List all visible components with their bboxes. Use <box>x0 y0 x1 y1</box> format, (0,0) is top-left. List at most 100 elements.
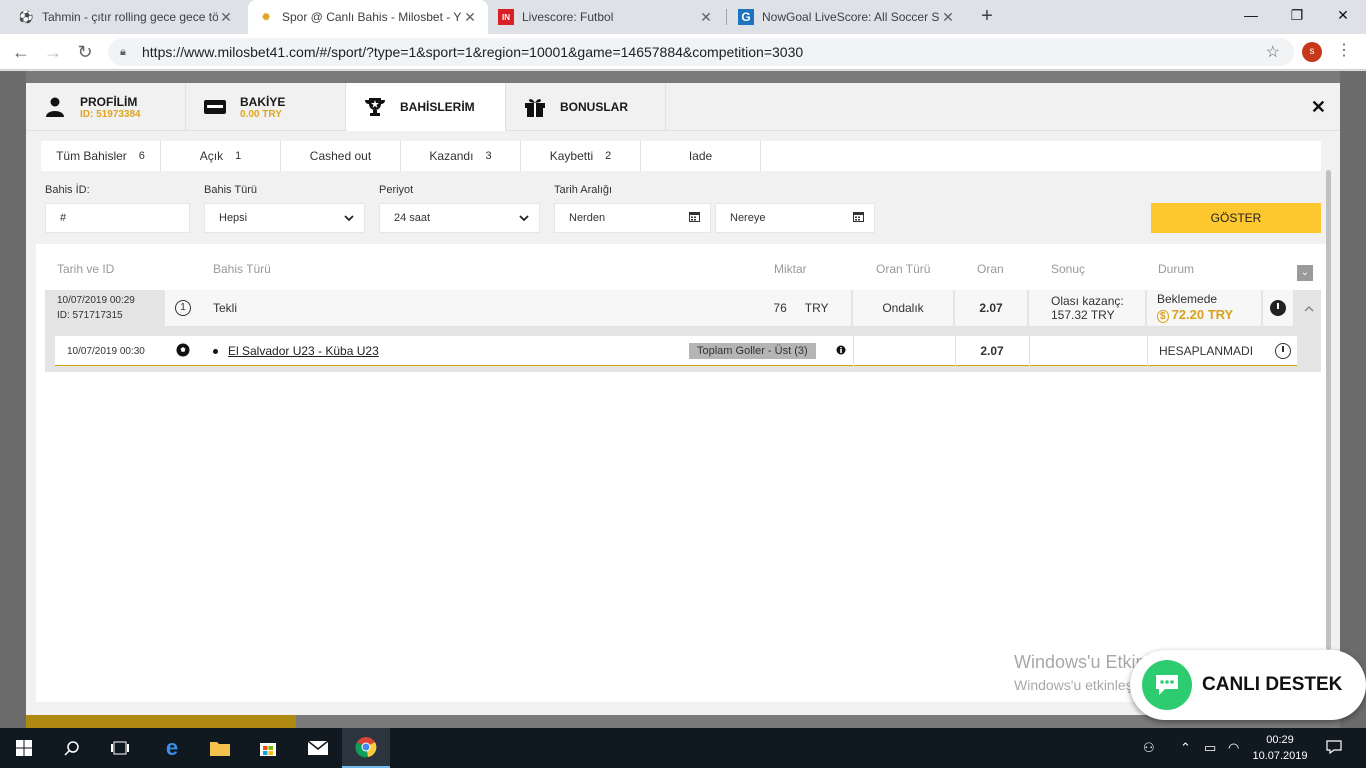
page-scrollbar[interactable] <box>1326 170 1331 650</box>
wifi-icon[interactable]: ◠ <box>1228 740 1239 756</box>
close-tab-icon[interactable]: ✕ <box>698 9 714 26</box>
bookmark-star-icon[interactable]: ☆ <box>1266 42 1280 62</box>
chevron-down-icon <box>344 211 354 225</box>
pending-clock-icon <box>1270 300 1286 316</box>
network-icon[interactable]: ▭ <box>1204 740 1216 756</box>
event-date: 10/07/2019 00:30 <box>67 345 145 357</box>
header-date-id: Tarih ve ID <box>57 262 115 276</box>
filter-cashed-out[interactable]: Cashed out <box>281 141 401 171</box>
system-clock[interactable]: 00:29 10.07.2019 <box>1250 732 1310 764</box>
store-icon[interactable] <box>244 728 292 768</box>
chat-bubble-icon <box>1142 660 1192 710</box>
menu-kebab-icon[interactable]: ⋮ <box>1336 40 1352 60</box>
bet-id: ID: 571717315 <box>57 310 123 321</box>
filter-lost[interactable]: Kaybetti 2 <box>521 141 641 171</box>
tab-balance[interactable]: BAKİYE 0.00 TRY <box>186 83 346 131</box>
cashout-amount-row[interactable]: $72.20 TRY <box>1157 307 1233 324</box>
close-tab-icon[interactable]: ✕ <box>940 9 956 26</box>
backdrop-left-edge <box>0 71 26 728</box>
table-header: Tarih ve ID Bahis Türü Miktar Oran Türü … <box>45 258 1321 281</box>
collapse-all-icon[interactable]: ⌄ <box>1297 265 1313 281</box>
date-from-placeholder: Nerden <box>569 212 606 224</box>
lock-icon: 🔒︎ <box>120 45 126 58</box>
bets-table: Tarih ve ID Bahis Türü Miktar Oran Türü … <box>36 244 1330 702</box>
bet-type-select[interactable]: Hepsi <box>204 203 365 233</box>
filter-open[interactable]: Açık 1 <box>161 141 281 171</box>
filter-label: Açık <box>199 149 224 163</box>
filter-label: Kaybetti <box>549 149 594 163</box>
back-arrow-icon[interactable]: ← <box>10 41 32 63</box>
chevron-down-icon <box>519 211 529 225</box>
event-row: 10/07/2019 00:30 El Salvador U23 - Küba … <box>55 336 1297 366</box>
date-to-input[interactable]: Nereye <box>715 203 875 233</box>
filter-refund[interactable]: Iade <box>641 141 761 171</box>
bet-id-label: Bahis İD: <box>45 184 90 196</box>
trophy-icon <box>364 96 386 118</box>
filter-all-bets[interactable]: Tüm Bahisler 6 <box>41 141 161 171</box>
close-tab-icon[interactable]: ✕ <box>462 9 478 26</box>
live-support-button[interactable]: CANLI DESTEK <box>1130 650 1366 720</box>
filter-label: Tüm Bahisler <box>56 149 127 163</box>
market-badge: Toplam Goller - Üst (3) <box>689 343 816 359</box>
file-explorer-icon[interactable] <box>196 728 244 768</box>
new-tab-button[interactable]: + <box>976 6 998 28</box>
event-match-link[interactable]: El Salvador U23 - Küba U23 <box>228 344 379 358</box>
profile-avatar[interactable]: s <box>1302 42 1322 62</box>
event-odds: 2.07 <box>980 344 1004 358</box>
period-select[interactable]: 24 saat <box>379 203 540 233</box>
header-bet-type: Bahis Türü <box>213 262 271 276</box>
divider <box>1029 336 1030 366</box>
bet-id-placeholder: # <box>60 212 67 224</box>
event-status: HESAPLANMADI <box>1159 344 1254 358</box>
show-button[interactable]: GÖSTER <box>1151 203 1321 233</box>
divider <box>853 336 854 366</box>
bet-status-filter-tabs: Tüm Bahisler 6 Açık 1 Cashed out Kazandı… <box>41 141 1321 171</box>
browser-tab-2[interactable]: ✹ Spor @ Canlı Bahis - Milosbet - Y ✕ <box>248 0 488 34</box>
search-icon[interactable] <box>48 728 96 768</box>
browser-tab-title: Tahmin - çıtır rolling gece gece tö <box>42 10 218 24</box>
tab-my-bets[interactable]: BAHİSLERİM <box>346 83 506 131</box>
filter-won[interactable]: Kazandı 3 <box>401 141 521 171</box>
people-icon[interactable]: ⚇ <box>1143 740 1155 756</box>
minimize-button[interactable]: — <box>1228 0 1274 30</box>
reload-icon[interactable]: ↻ <box>74 41 96 63</box>
browser-tab-4[interactable]: G NowGoal LiveScore: All Soccer Sc ✕ <box>728 0 966 34</box>
period-label: Periyot <box>379 184 414 196</box>
filter-label: Cashed out <box>309 149 372 163</box>
odds-type: Ondalık <box>882 301 924 315</box>
livescore-logo-icon: IN <box>498 9 514 25</box>
bet-id-input[interactable]: # <box>45 203 190 233</box>
mail-icon[interactable] <box>294 728 342 768</box>
tab-profile[interactable]: PROFİLİM ID: 51973384 <box>26 83 186 131</box>
tab-separator <box>726 9 727 25</box>
address-bar[interactable]: 🔒︎ https://www.milosbet41.com/#/sport/?t… <box>108 38 1294 66</box>
filter-count: 1 <box>235 150 242 162</box>
date-from-input[interactable]: Nerden <box>554 203 711 233</box>
browser-tab-1[interactable]: ⚽ Tahmin - çıtır rolling gece gece tö ✕ <box>8 0 244 34</box>
calendar-icon[interactable] <box>853 211 864 225</box>
browser-tab-3[interactable]: IN Livescore: Futbol ✕ <box>488 0 724 34</box>
maximize-button[interactable]: ❐ <box>1274 0 1320 30</box>
close-window-button[interactable]: ✕ <box>1320 0 1366 30</box>
windows-start-icon[interactable] <box>0 728 48 768</box>
gift-icon <box>524 96 546 118</box>
my-bets-modal: PROFİLİM ID: 51973384 BAKİYE 0.00 TRY BA… <box>26 83 1340 715</box>
close-icon[interactable]: ✕ <box>1311 97 1326 118</box>
chrome-icon[interactable] <box>342 728 390 768</box>
calendar-icon[interactable] <box>689 211 700 225</box>
tab-profile-id: ID: 51973384 <box>80 108 141 120</box>
soccer-ball-icon <box>176 343 190 360</box>
close-tab-icon[interactable]: ✕ <box>218 9 234 26</box>
notification-icon[interactable] <box>1326 740 1342 757</box>
chevron-up-tray-icon[interactable]: ⌃ <box>1180 740 1191 756</box>
task-view-icon[interactable] <box>96 728 144 768</box>
clock-time: 00:29 <box>1266 734 1294 746</box>
tab-bonuses[interactable]: BONUSLAR <box>506 83 666 131</box>
table-row[interactable]: 10/07/2019 00:29 ID: 571717315 1 Tekli 7… <box>45 290 1321 326</box>
edge-browser-icon[interactable]: e <box>148 728 196 768</box>
chevron-up-icon[interactable] <box>1304 301 1314 315</box>
windows-taskbar: e ⚇ ⌃ ▭ ◠ 00:29 10.07.2019 <box>0 728 1366 768</box>
info-icon[interactable] <box>836 344 846 358</box>
forward-arrow-icon[interactable]: → <box>42 41 64 63</box>
period-value: 24 saat <box>394 212 431 224</box>
